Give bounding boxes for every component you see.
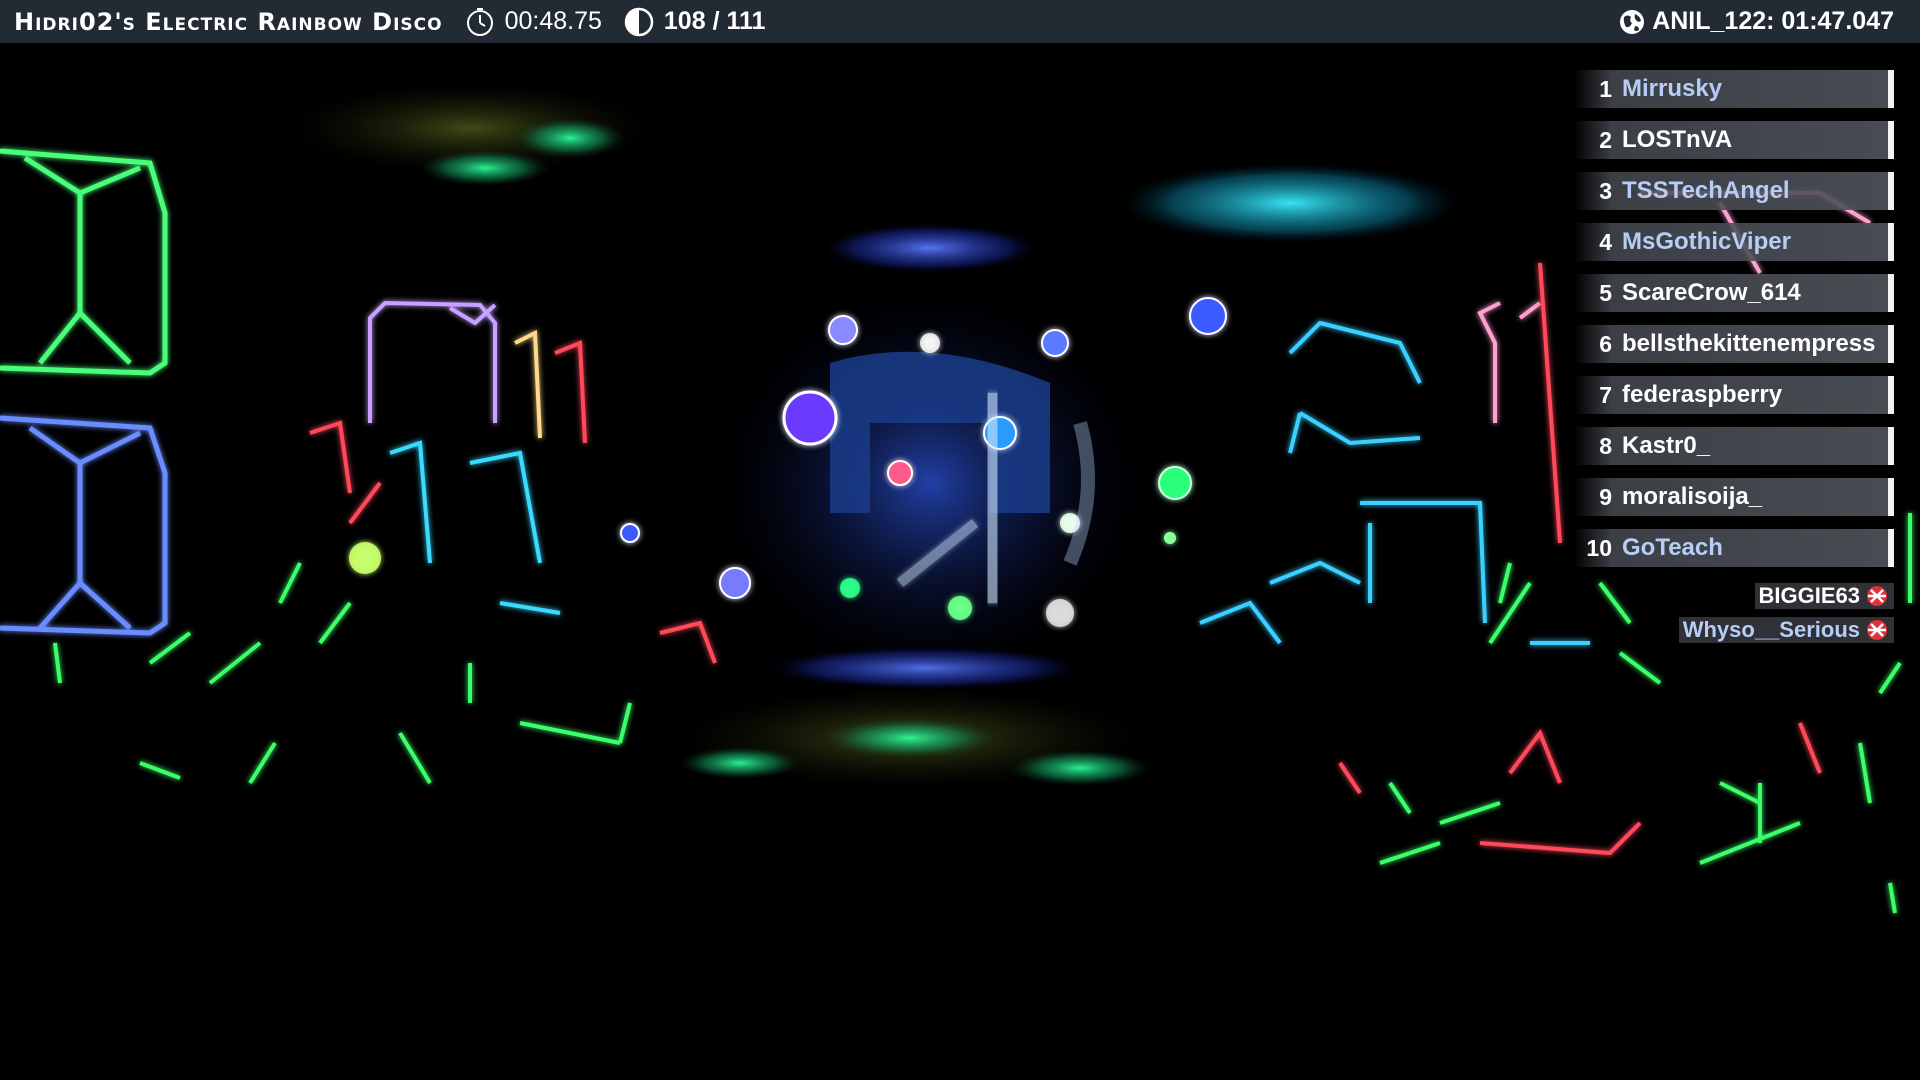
level-title: Hidri02's Electric Rainbow Disco [14, 7, 443, 36]
leaderboard-row: 8 Kastr0_ [1574, 427, 1894, 465]
leaderboard-rank: 3 [1599, 177, 1612, 204]
leaderboard-rank: 10 [1586, 534, 1612, 561]
world-record: ANIL_122: 01:47.047 [1618, 0, 1894, 43]
player-count-group: 108 / 111 [624, 7, 766, 37]
leaderboard-row: 7 federaspberry [1574, 376, 1894, 414]
leaderboard-rank: 4 [1599, 228, 1612, 255]
leaderboard-player-name: ScareCrow_614 [1622, 279, 1801, 306]
world-record-text: ANIL_122: 01:47.047 [1652, 7, 1894, 35]
leaderboard-row: 3 TSSTechAngel [1574, 172, 1894, 210]
eliminated-icon [1867, 586, 1887, 606]
eliminated-player-name: BIGGIE63 [1758, 583, 1860, 608]
round-timer: 00:48.75 [504, 7, 602, 35]
leaderboard-row: 4 MsGothicViper [1574, 223, 1894, 261]
leaderboard-player-name: Kastr0_ [1622, 432, 1711, 459]
leaderboard-rank: 8 [1599, 432, 1612, 459]
top-hud-bar: Hidri02's Electric Rainbow Disco 00:48.7… [0, 0, 1920, 43]
leaderboard-player-name: LOSTnVA [1622, 126, 1733, 153]
leaderboard-player-name: moralisoija_ [1622, 483, 1763, 510]
leaderboard-player-name: federaspberry [1622, 381, 1783, 408]
leaderboard-row: 6 bellsthekittenempress [1574, 325, 1894, 363]
globe-icon [1620, 9, 1645, 34]
eliminated-icon [1867, 620, 1887, 640]
leaderboard-rank: 9 [1599, 483, 1612, 510]
leaderboard-rank: 2 [1599, 126, 1612, 153]
leaderboard-row: 9 moralisoija_ [1574, 478, 1894, 516]
leaderboard-row: 10 GoTeach [1574, 529, 1894, 567]
leaderboard-rank: 7 [1599, 381, 1612, 408]
eliminated-row: Whyso__Serious [1574, 614, 1894, 646]
leaderboard-rank: 5 [1599, 279, 1612, 306]
leaderboard-rank: 1 [1599, 75, 1612, 102]
eliminated-player-name: Whyso__Serious [1682, 617, 1860, 642]
leaderboard-row: 1 Mirrusky [1574, 70, 1894, 108]
qualified-leaderboard: 1 Mirrusky 2 LOSTnVA 3 TSSTechAngel 4 MsGothicV… [1574, 70, 1894, 646]
leaderboard-row: 5 ScareCrow_614 [1574, 274, 1894, 312]
leaderboard-player-name: Mirrusky [1622, 75, 1723, 102]
leaderboard-row: 2 LOSTnVA [1574, 121, 1894, 159]
leaderboard-player-name: TSSTechAngel [1622, 177, 1790, 204]
leaderboard-player-name: bellsthekittenempress [1622, 330, 1876, 357]
leaderboard-player-name: MsGothicViper [1622, 228, 1791, 255]
eliminated-row: BIGGIE63 [1574, 580, 1894, 612]
stopwatch-icon [466, 7, 493, 36]
half-circle-icon [624, 7, 654, 36]
player-count: 108 / 111 [663, 7, 766, 35]
leaderboard-rank: 6 [1599, 330, 1612, 357]
leaderboard-player-name: GoTeach [1622, 534, 1723, 561]
timer-group: 00:48.75 [465, 7, 602, 37]
